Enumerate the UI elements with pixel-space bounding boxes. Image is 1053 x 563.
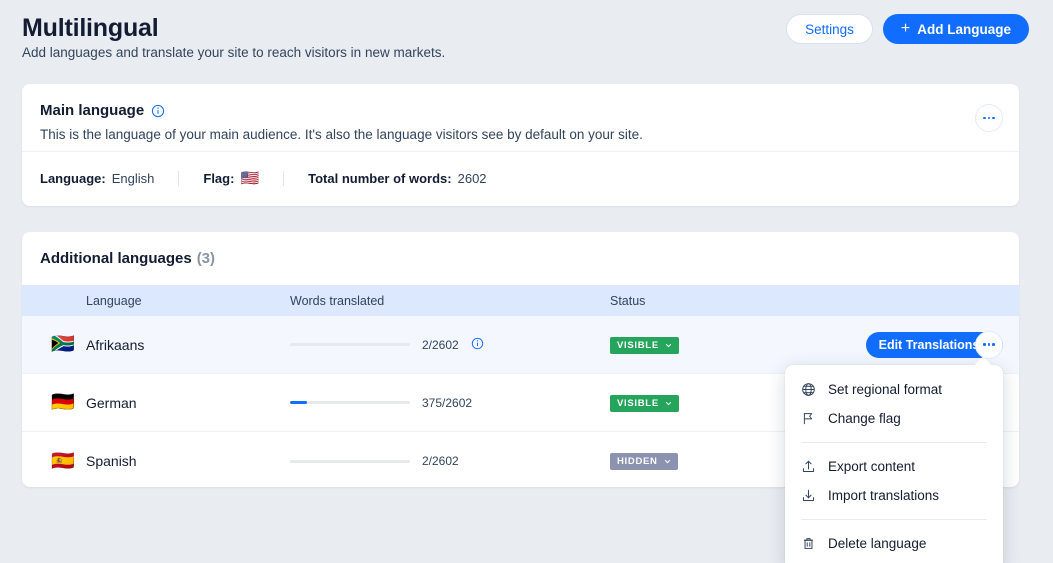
- menu-item-label: Delete language: [828, 536, 927, 551]
- meta-language-value: English: [111, 171, 155, 186]
- download-icon: [801, 488, 816, 503]
- main-language-description: This is the language of your main audien…: [40, 127, 643, 142]
- edit-translations-label: Edit Translations: [878, 337, 980, 352]
- settings-button[interactable]: Settings: [786, 14, 873, 44]
- menu-divider: [801, 519, 987, 520]
- menu-item-label: Set regional format: [828, 382, 943, 397]
- meta-words-value: 2602: [457, 171, 487, 186]
- header-actions: Settings + Add Language: [786, 14, 1029, 44]
- status-cell: VISIBLE: [610, 336, 832, 354]
- table-header-row: Language Words translated Status: [22, 285, 1019, 316]
- status-badge[interactable]: HIDDEN: [610, 453, 678, 470]
- words-count-label: 2/2602: [422, 454, 459, 468]
- language-flag-icon: 🇪🇸: [51, 450, 75, 472]
- column-header-words-translated: Words translated: [290, 293, 385, 308]
- language-flag-icon: 🇩🇪: [51, 392, 75, 413]
- language-name: Afrikaans: [86, 336, 145, 353]
- multilingual-page: Multilingual Add languages and translate…: [0, 0, 1053, 563]
- trash-icon: [801, 536, 816, 551]
- meta-flag: Flag: 🇺🇸: [203, 171, 259, 186]
- dot: [983, 116, 986, 120]
- words-translated-cell: 375/2602: [290, 396, 610, 410]
- us-flag-icon: 🇺🇸: [240, 170, 260, 187]
- menu-divider: [801, 442, 987, 443]
- status-badge-label: HIDDEN: [617, 456, 658, 467]
- status-badge-label: VISIBLE: [617, 339, 659, 351]
- add-language-button[interactable]: + Add Language: [882, 14, 1029, 44]
- row-actions: Edit Translations›: [832, 330, 1019, 359]
- dot: [992, 116, 995, 120]
- menu-item-label: Export content: [828, 459, 916, 474]
- words-count-label: 2/2602: [422, 337, 459, 352]
- menu-item-set-regional-format[interactable]: Set regional format: [785, 375, 1003, 404]
- divider: [283, 171, 285, 186]
- menu-item-label: Import translations: [828, 488, 940, 503]
- meta-total-words: Total number of words: 2602: [308, 171, 486, 186]
- flag-icon: [801, 411, 816, 426]
- meta-language: Language: English: [40, 171, 154, 186]
- add-language-label: Add Language: [917, 21, 1011, 37]
- meta-flag-label: Flag:: [203, 171, 235, 186]
- language-flag-icon: 🇿🇦: [51, 334, 75, 355]
- dot: [987, 343, 991, 346]
- page-title: Multilingual: [22, 14, 159, 42]
- page-subtitle: Add languages and translate your site to…: [22, 45, 446, 60]
- main-language-header: Main language This is the language of yo…: [22, 84, 1019, 152]
- upload-icon: [801, 459, 816, 474]
- divider: [178, 171, 180, 186]
- translation-progress-bar: [290, 401, 410, 404]
- main-language-more-button[interactable]: [975, 104, 1003, 132]
- status-badge[interactable]: VISIBLE: [610, 394, 679, 412]
- words-translated-cell: 2/2602: [290, 454, 610, 468]
- dot: [987, 116, 991, 120]
- translation-progress-bar: [290, 459, 410, 463]
- main-language-title-row: Main language: [40, 102, 165, 119]
- meta-words-label: Total number of words:: [308, 171, 452, 186]
- additional-languages-header: Additional languages (3): [22, 232, 1019, 285]
- dot: [983, 343, 986, 346]
- progress-fill: [290, 401, 307, 404]
- menu-item-import-translations[interactable]: Import translations: [785, 481, 1003, 510]
- language-name: German: [86, 394, 137, 411]
- language-context-menu: Set regional format Change flag Export c…: [785, 356, 1003, 563]
- words-count-label: 375/2602: [422, 395, 473, 410]
- menu-item-change-flag[interactable]: Change flag: [785, 404, 1003, 433]
- additional-languages-count: (3): [196, 250, 216, 267]
- page-header: Multilingual Add languages and translate…: [0, 0, 1053, 72]
- info-icon[interactable]: [151, 104, 165, 118]
- main-language-card: Main language This is the language of yo…: [22, 84, 1019, 206]
- additional-languages-title: Additional languages: [40, 250, 192, 267]
- main-language-meta: Language: English Flag: 🇺🇸 Total number …: [22, 152, 1019, 205]
- main-language-title: Main language: [40, 102, 145, 119]
- menu-item-delete-language[interactable]: Delete language: [785, 529, 1003, 558]
- row-more-button[interactable]: [975, 330, 1003, 359]
- translation-progress-bar: [290, 343, 410, 346]
- dot: [992, 343, 995, 346]
- menu-item-label: Change flag: [828, 411, 901, 426]
- globe-icon: [801, 382, 816, 397]
- meta-language-label: Language:: [40, 171, 106, 186]
- column-header-status: Status: [610, 293, 646, 308]
- menu-item-export-content[interactable]: Export content: [785, 452, 1003, 481]
- language-name: Spanish: [86, 453, 137, 469]
- info-icon[interactable]: [471, 337, 484, 353]
- column-header-language: Language: [86, 293, 142, 308]
- plus-icon: +: [900, 20, 911, 37]
- words-translated-cell: 2/2602: [290, 337, 610, 353]
- status-badge[interactable]: VISIBLE: [610, 336, 679, 354]
- status-badge-label: VISIBLE: [617, 397, 659, 409]
